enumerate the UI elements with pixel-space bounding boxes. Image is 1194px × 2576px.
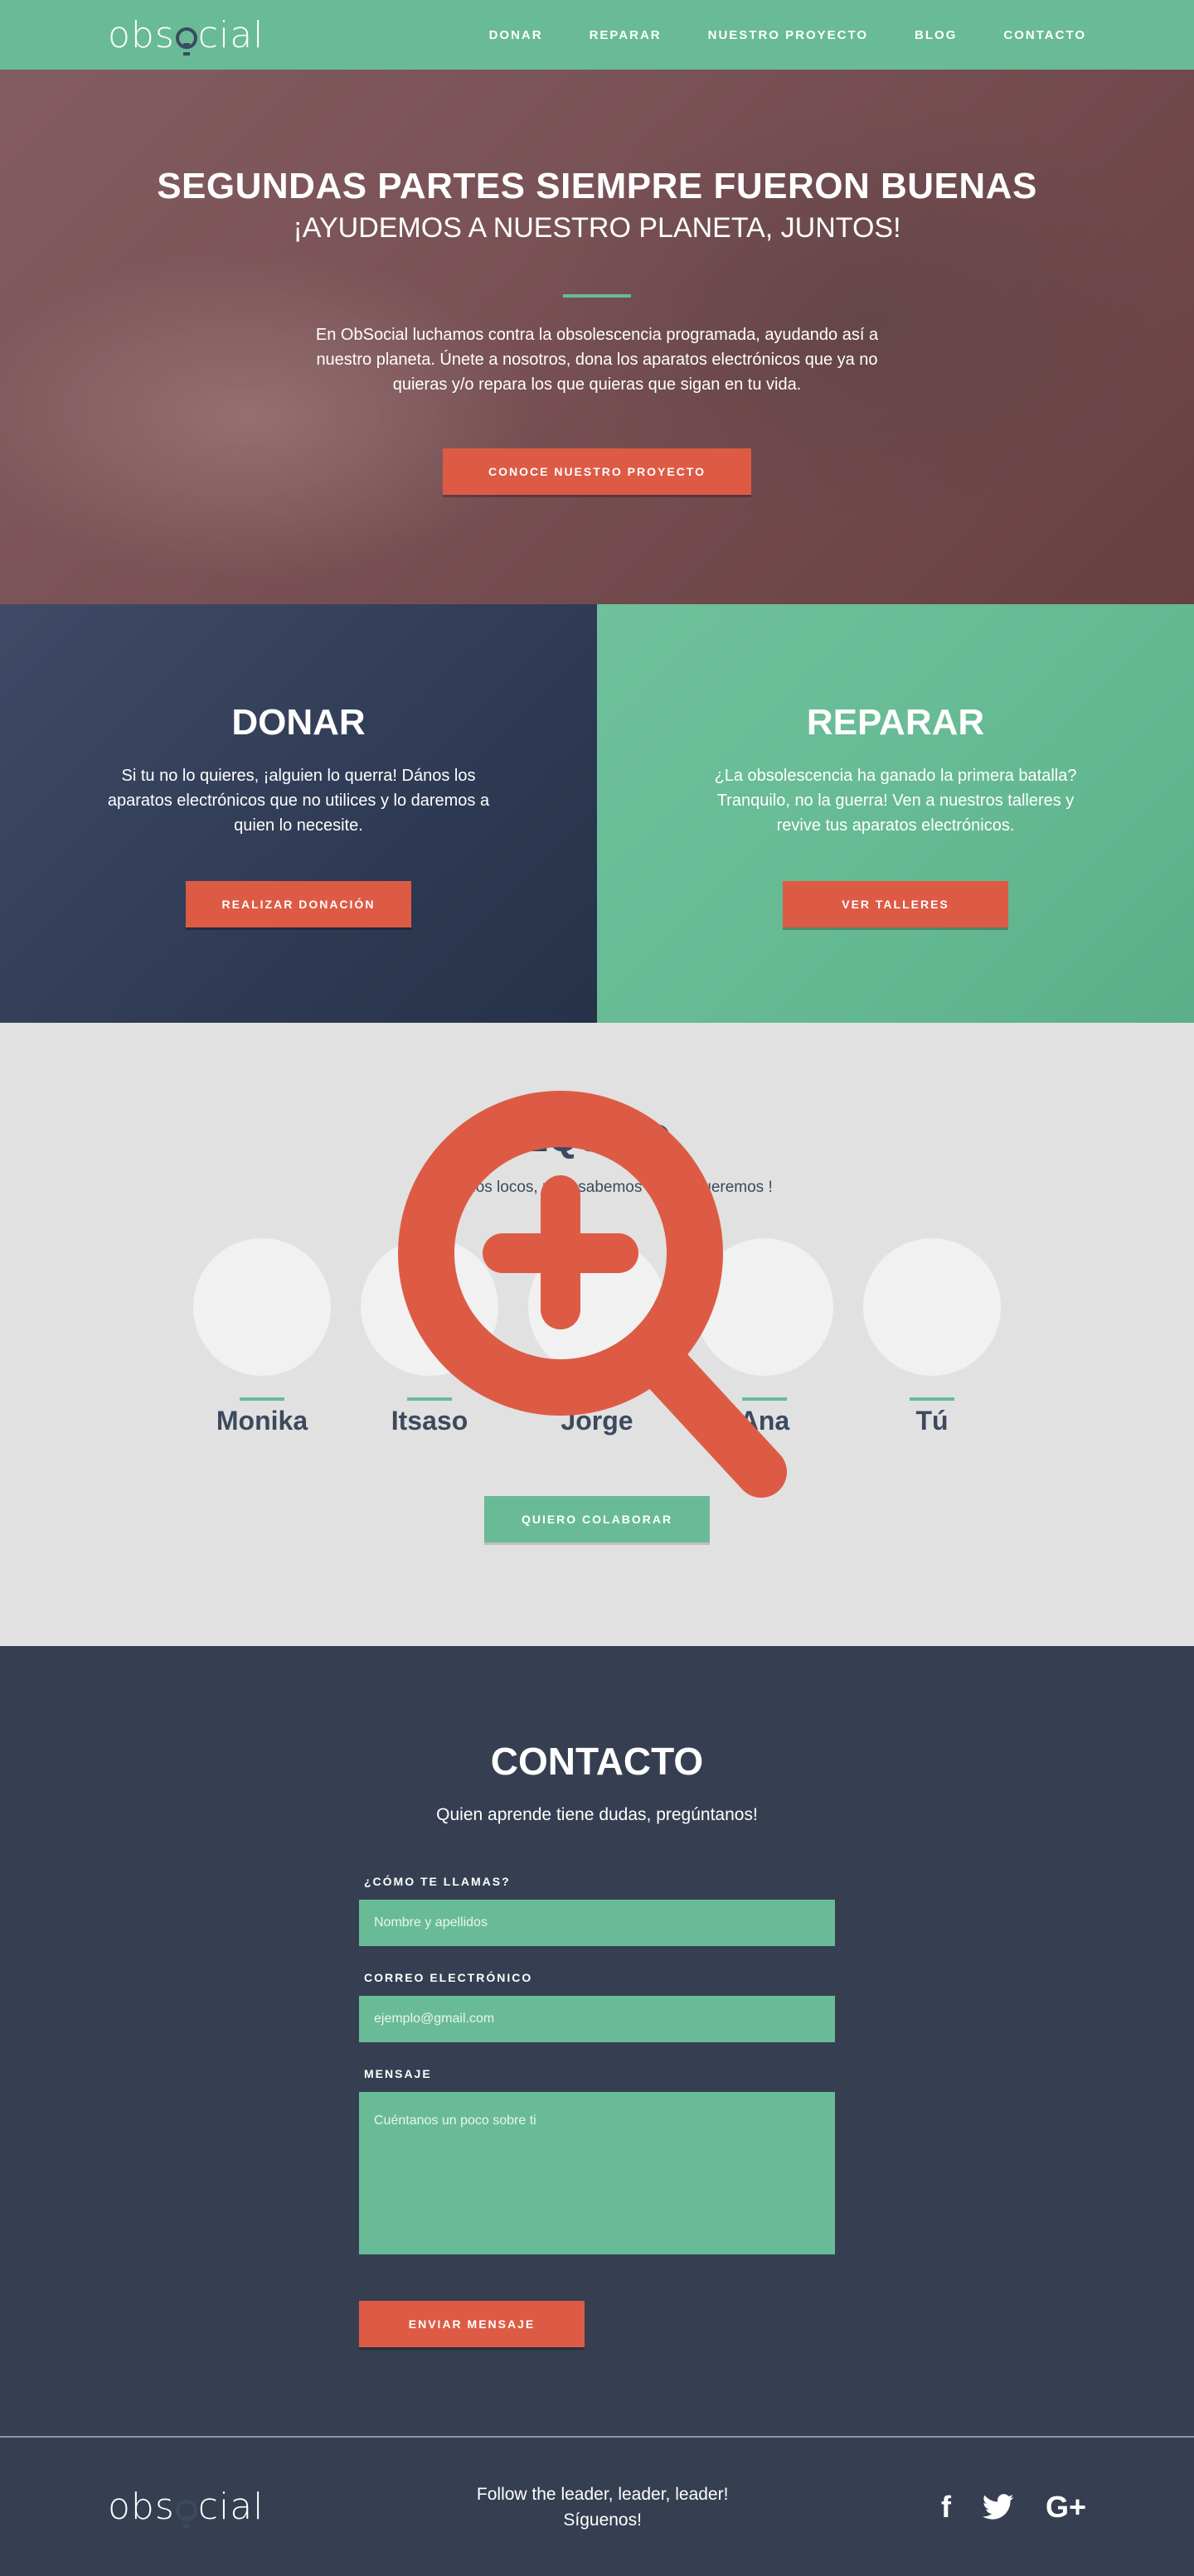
nav-link-contacto[interactable]: CONTACTO xyxy=(1003,28,1086,42)
nav-link-blog[interactable]: BLOG xyxy=(915,28,957,42)
footer-logo[interactable]: obs cial xyxy=(108,2486,264,2528)
member-name: Monika xyxy=(216,1406,308,1436)
name-field[interactable] xyxy=(359,1900,835,1946)
reparar-panel: REPARAR ¿La obsolescencia ha ganado la p… xyxy=(597,604,1194,1023)
tagline-line-2: Síguenos! xyxy=(563,2510,642,2530)
member-name: Tú xyxy=(915,1406,949,1436)
avatar xyxy=(863,1238,1001,1376)
donar-text: Si tu no lo quieres, ¡alguien lo querra!… xyxy=(107,767,490,835)
site-logo[interactable]: obs cial xyxy=(108,14,264,56)
contacto-section: CONTACTO Quien aprende tiene dudas, preg… xyxy=(0,1646,1194,2438)
email-label: CORREO ELECTRÓNICO xyxy=(364,1971,533,1984)
hero-text: En ObSocial luchamos contra la obsolesce… xyxy=(315,326,879,394)
message-label: MENSAJE xyxy=(364,2067,432,2080)
hero-subtitle: ¡AYUDEMOS A NUESTRO PLANETA, JUNTOS! xyxy=(293,212,901,244)
donar-title: DONAR xyxy=(231,702,366,743)
name-label: ¿CÓMO TE LLAMAS? xyxy=(364,1875,511,1888)
realizar-donacion-button[interactable]: REALIZAR DONACIÓN xyxy=(186,881,411,927)
reparar-text: ¿La obsolescencia ha ganado la primera b… xyxy=(714,767,1077,835)
nav-link-reparar[interactable]: REPARAR xyxy=(590,28,662,42)
avatar xyxy=(193,1238,331,1376)
footer-tagline: Follow the leader, leader, leader! Sígue… xyxy=(477,2482,729,2533)
lightbulb-logo-icon xyxy=(175,2499,197,2528)
tagline-line-1: Follow the leader, leader, leader! xyxy=(476,2484,729,2504)
donar-reparar-section: DONAR Si tu no lo quieres, ¡alguien lo q… xyxy=(0,604,1194,1023)
hero-section: SEGUNDAS PARTES SIEMPRE FUERON BUENAS ¡A… xyxy=(0,70,1194,604)
team-member: Tú xyxy=(863,1238,1001,1436)
lightbulb-logo-icon xyxy=(175,27,197,56)
nav-link-nuestro-proyecto[interactable]: NUESTRO PROYECTO xyxy=(708,28,868,42)
equipo-section: EQUIPO No somos locos, pero sabemos lo q… xyxy=(0,1023,1194,1646)
member-divider xyxy=(910,1397,954,1401)
facebook-icon[interactable]: f xyxy=(941,2490,951,2525)
donar-panel: DONAR Si tu no lo quieres, ¡alguien lo q… xyxy=(0,604,597,1023)
zoom-in-magnifier-icon[interactable] xyxy=(398,1089,796,1553)
twitter-icon[interactable] xyxy=(982,2493,1014,2520)
nav-link-donar[interactable]: DONAR xyxy=(489,28,543,42)
hero-divider xyxy=(563,294,631,298)
google-plus-icon[interactable]: G+ xyxy=(1046,2490,1086,2525)
contacto-subtitle: Quien aprende tiene dudas, pregúntanos! xyxy=(436,1805,758,1824)
main-menu: DONAR REPARAR NUESTRO PROYECTO BLOG CONT… xyxy=(443,28,1086,42)
team-member: Monika xyxy=(193,1238,331,1436)
email-field[interactable] xyxy=(359,1996,835,2042)
social-links: f G+ xyxy=(941,2490,1086,2525)
conoce-proyecto-button[interactable]: CONOCE NUESTRO PROYECTO xyxy=(443,448,751,495)
message-field[interactable] xyxy=(359,2092,835,2254)
contacto-title: CONTACTO xyxy=(490,1740,704,1783)
reparar-title: REPARAR xyxy=(806,702,985,743)
contact-form: ¿CÓMO TE LLAMAS? CORREO ELECTRÓNICO MENS… xyxy=(359,1875,835,2347)
ver-talleres-button[interactable]: VER TALLERES xyxy=(783,881,1008,927)
member-divider xyxy=(240,1397,284,1401)
hero-title: SEGUNDAS PARTES SIEMPRE FUERON BUENAS xyxy=(157,166,1037,206)
top-navbar: obs cial DONAR REPARAR NUESTRO PROYECTO B… xyxy=(0,0,1194,70)
enviar-mensaje-button[interactable]: ENVIAR MENSAJE xyxy=(359,2301,585,2347)
footer-divider xyxy=(0,2436,1194,2438)
site-footer: obs cial Follow the leader, leader, leade… xyxy=(0,2438,1194,2576)
